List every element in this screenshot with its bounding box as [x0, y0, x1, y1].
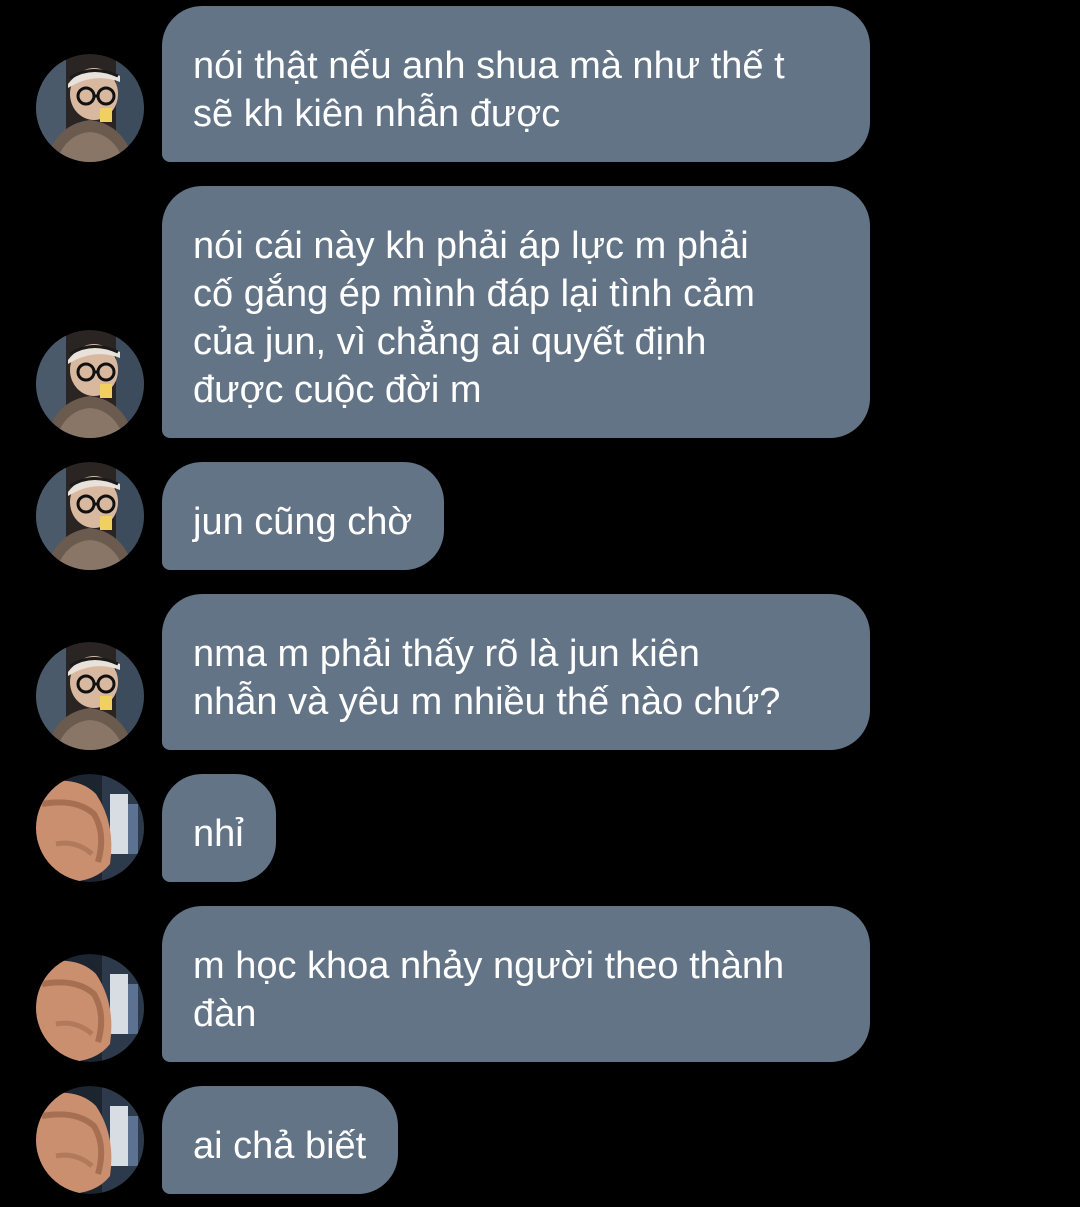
message-bubble[interactable]: nói thật nếu anh shua mà như thế t sẽ kh… — [162, 6, 870, 162]
contact-avatar-b[interactable] — [36, 1086, 144, 1194]
person-glasses-avatar-icon — [36, 642, 144, 750]
contact-avatar-b[interactable] — [36, 774, 144, 882]
arm-photo-avatar-icon — [36, 774, 144, 882]
contact-avatar-a[interactable] — [36, 330, 144, 438]
message-bubble[interactable]: nói cái này kh phải áp lực m phải cố gắn… — [162, 186, 870, 438]
message-bubble[interactable]: ai chả biết — [162, 1086, 399, 1194]
contact-avatar-a[interactable] — [36, 462, 144, 570]
contact-avatar-b[interactable] — [36, 954, 144, 1062]
message-bubble[interactable]: nma m phải thấy rõ là jun kiên nhẫn và y… — [162, 594, 870, 750]
message-bubble[interactable]: nhỉ — [162, 774, 276, 882]
contact-avatar-a[interactable] — [36, 54, 144, 162]
person-glasses-avatar-icon — [36, 462, 144, 570]
arm-photo-avatar-icon — [36, 1086, 144, 1194]
person-glasses-avatar-icon — [36, 54, 144, 162]
message-bubble[interactable]: m học khoa nhảy người theo thành đàn — [162, 906, 870, 1062]
contact-avatar-a[interactable] — [36, 642, 144, 750]
person-glasses-avatar-icon — [36, 330, 144, 438]
chat-thread[interactable]: nói thật nếu anh shua mà như thế t sẽ kh… — [0, 0, 1080, 1207]
arm-photo-avatar-icon — [36, 954, 144, 1062]
message-bubble[interactable]: jun cũng chờ — [162, 462, 445, 570]
